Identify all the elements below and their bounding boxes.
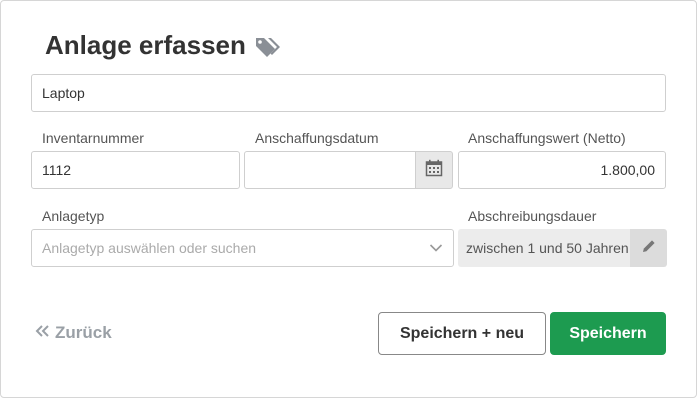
tags-icon bbox=[254, 32, 284, 58]
pencil-icon bbox=[641, 238, 657, 259]
acquisition-value-value: 1.800,00 bbox=[600, 162, 656, 178]
chevron-down-icon bbox=[429, 240, 443, 256]
asset-type-placeholder: Anlagetyp auswählen oder suchen bbox=[42, 240, 257, 256]
inventory-number-input[interactable]: 1112 bbox=[31, 151, 240, 189]
depreciation-period-label: Abschreibungsdauer bbox=[468, 208, 597, 224]
edit-depreciation-button[interactable] bbox=[630, 229, 667, 267]
back-link[interactable]: Zurück bbox=[35, 321, 112, 345]
inventory-number-label: Inventarnummer bbox=[42, 130, 144, 146]
asset-name-input[interactable]: Laptop bbox=[31, 74, 666, 112]
acquisition-value-input[interactable]: 1.800,00 bbox=[458, 151, 666, 189]
back-label: Zurück bbox=[55, 323, 112, 342]
depreciation-period-field: zwischen 1 und 50 Jahren bbox=[458, 229, 631, 267]
save-label: Speichern bbox=[569, 324, 647, 342]
calendar-button[interactable] bbox=[415, 151, 453, 189]
acquisition-date-label: Anschaffungsdatum bbox=[255, 130, 379, 146]
depreciation-period-value: zwischen 1 und 50 Jahren bbox=[466, 240, 629, 256]
calendar-icon bbox=[425, 159, 443, 182]
page-title: Anlage erfassen bbox=[45, 25, 284, 65]
double-chevron-left-icon bbox=[35, 323, 51, 343]
asset-type-select[interactable]: Anlagetyp auswählen oder suchen bbox=[31, 229, 454, 267]
acquisition-date-input[interactable] bbox=[244, 151, 416, 189]
asset-form-card: Anlage erfassen Laptop Inventarnummer An… bbox=[0, 0, 697, 398]
save-and-new-button[interactable]: Speichern + neu bbox=[378, 312, 546, 355]
asset-name-value: Laptop bbox=[42, 85, 85, 101]
save-and-new-label: Speichern + neu bbox=[399, 324, 525, 342]
asset-type-label: Anlagetyp bbox=[42, 208, 105, 224]
save-button[interactable]: Speichern bbox=[550, 312, 666, 355]
page-title-text: Anlage erfassen bbox=[45, 30, 246, 60]
inventory-number-value: 1112 bbox=[42, 162, 72, 178]
acquisition-value-label: Anschaffungswert (Netto) bbox=[468, 130, 626, 146]
